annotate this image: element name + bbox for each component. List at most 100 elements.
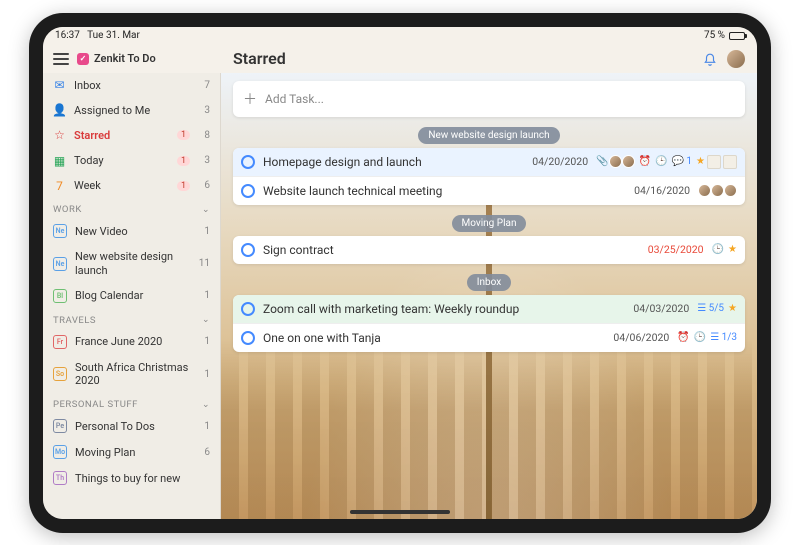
list-color-icon: Th — [53, 471, 67, 485]
chevron-down-icon: ⌄ — [202, 205, 210, 215]
task-checkbox[interactable] — [241, 331, 255, 345]
sidebar-list-item[interactable]: BlBlog Calendar1 — [43, 283, 220, 309]
list-color-icon: Fr — [53, 335, 67, 349]
main-panel: ＋ Add Task... New website design launchH… — [221, 73, 757, 519]
task-date: 04/20/2020 — [532, 155, 588, 168]
sidebar-item-label: Today — [74, 154, 166, 167]
sidebar-item-count: 11 — [198, 258, 210, 269]
subtasks-icon: ☰ 1/3 — [710, 332, 737, 343]
task-row[interactable]: Website launch technical meeting04/16/20… — [233, 176, 745, 205]
assignee-avatar — [724, 184, 737, 197]
sidebar-list-item[interactable]: So South Africa Christmas 2020 1 — [43, 355, 220, 393]
list-color-icon: Pe — [53, 419, 67, 433]
sidebar-item-count: 8 — [198, 130, 210, 141]
menu-button[interactable] — [53, 53, 69, 65]
task-checkbox[interactable] — [241, 302, 255, 316]
task-date: 03/25/2020 — [648, 243, 704, 256]
user-avatar[interactable] — [727, 50, 745, 68]
sidebar-item-count: 1 — [198, 369, 210, 380]
list-color-icon: So — [53, 367, 67, 381]
app-logo-icon — [77, 53, 89, 65]
sidebar-list-item[interactable]: PePersonal To Dos1 — [43, 413, 220, 439]
add-task-input[interactable]: ＋ Add Task... — [233, 81, 745, 117]
sidebar-list-item[interactable]: ThThings to buy for new — [43, 465, 220, 491]
attachment-thumb — [707, 155, 721, 169]
sidebar-item-count: 1 — [198, 336, 210, 347]
sidebar-section-personal-stuff[interactable]: Personal Stuff ⌄ — [43, 393, 220, 413]
chevron-down-icon: ⌄ — [202, 400, 210, 410]
section-title: Work — [53, 204, 82, 215]
group-label: New website design launch — [418, 127, 559, 144]
task-meta — [698, 184, 737, 197]
list-color-icon: Bl — [53, 289, 67, 303]
starred-icon: ☆ — [53, 129, 66, 142]
sidebar-item-badge: 1 — [177, 156, 190, 166]
status-time-date: 16:37 Tue 31. Mar — [55, 30, 140, 41]
status-date: Tue 31. Mar — [87, 30, 140, 41]
sidebar-list-item[interactable]: MoMoving Plan6 — [43, 439, 220, 465]
star-icon: ★ — [728, 303, 737, 314]
assignee-avatar — [622, 155, 635, 168]
add-task-placeholder: Add Task... — [265, 92, 324, 106]
page-title: Starred — [233, 49, 286, 68]
task-row[interactable]: Homepage design and launch04/20/2020📎⏰🕒💬… — [233, 148, 745, 176]
subtasks-icon: ☰ 5/5 — [697, 303, 724, 314]
task-checkbox[interactable] — [241, 155, 255, 169]
repeat-icon: 🕒 — [655, 156, 667, 167]
task-date: 04/03/2020 — [633, 302, 689, 315]
reminder-icon: ⏰ — [677, 332, 689, 343]
sidebar-item-badge: 1 — [177, 181, 190, 191]
list-color-icon: Ne — [53, 224, 67, 238]
sidebar-item-count: 1 — [198, 290, 210, 301]
sidebar-item-count: 6 — [198, 447, 210, 458]
sidebar-item-count: 6 — [198, 180, 210, 191]
task-meta: 📎⏰🕒💬 1★ — [596, 155, 737, 169]
today-icon: ▦ — [53, 154, 66, 167]
status-bar: 16:37 Tue 31. Mar 75 % — [43, 27, 757, 45]
sidebar-item-label: South Africa Christmas 2020 — [75, 361, 190, 387]
task-checkbox[interactable] — [241, 184, 255, 198]
group-pill[interactable]: Moving Plan — [233, 215, 745, 232]
sidebar-item-badge: 1 — [177, 130, 190, 140]
attachment-icon: 📎 — [596, 156, 608, 167]
task-checkbox[interactable] — [241, 243, 255, 257]
task-row[interactable]: Zoom call with marketing team: Weekly ro… — [233, 295, 745, 323]
task-row[interactable]: One on one with Tanja04/06/2020⏰🕒☰ 1/3 — [233, 323, 745, 352]
sidebar-item-week[interactable]: 7Week16 — [43, 173, 220, 198]
sidebar-item-label: Assigned to Me — [74, 104, 190, 117]
sidebar-item-starred[interactable]: ☆ Starred 18 — [43, 123, 220, 148]
battery-icon — [729, 32, 745, 40]
group-pill[interactable]: Inbox — [233, 274, 745, 291]
section-title: Personal Stuff — [53, 399, 138, 410]
sidebar-item-assigned[interactable]: 👤Assigned to Me3 — [43, 98, 220, 123]
sidebar-list-item[interactable]: NeNew website design launch11 — [43, 244, 220, 282]
sidebar-item-label: Starred — [74, 129, 166, 142]
task-row[interactable]: Sign contract03/25/2020🕒★ — [233, 236, 745, 264]
screen: 16:37 Tue 31. Mar 75 % Zenkit To Do Star… — [43, 27, 757, 519]
sidebar-item-label: Personal To Dos — [75, 420, 190, 433]
notifications-icon[interactable] — [703, 52, 717, 66]
sidebar-section-travels[interactable]: Travels⌄ — [43, 309, 220, 329]
star-icon: ★ — [696, 156, 705, 167]
task-meta: 🕒★ — [712, 244, 737, 255]
sidebar-item-inbox[interactable]: ✉Inbox7 — [43, 73, 220, 98]
sidebar-list-item[interactable]: Fr France June 2020 1 — [43, 329, 220, 355]
sidebar-item-count: 7 — [198, 80, 210, 91]
task-title: Zoom call with marketing team: Weekly ro… — [263, 302, 625, 316]
repeat-icon: 🕒 — [694, 332, 706, 343]
week-icon: 7 — [53, 179, 66, 192]
repeat-icon: 🕒 — [712, 244, 724, 255]
section-title: Travels — [53, 315, 96, 326]
task-title: Website launch technical meeting — [263, 184, 626, 198]
task-title: Sign contract — [263, 243, 640, 257]
sidebar-item-label: France June 2020 — [75, 335, 190, 348]
sidebar-item-today[interactable]: ▦Today13 — [43, 148, 220, 173]
sidebar-item-label: Inbox — [74, 79, 190, 92]
star-icon: ★ — [728, 244, 737, 255]
sidebar-section-work[interactable]: Work ⌄ — [43, 198, 220, 218]
home-indicator[interactable] — [350, 510, 450, 514]
group-pill[interactable]: New website design launch — [233, 127, 745, 144]
sidebar-list-item[interactable]: NeNew Video1 — [43, 218, 220, 244]
task-date: 04/06/2020 — [613, 331, 669, 344]
attachment-thumb — [723, 155, 737, 169]
